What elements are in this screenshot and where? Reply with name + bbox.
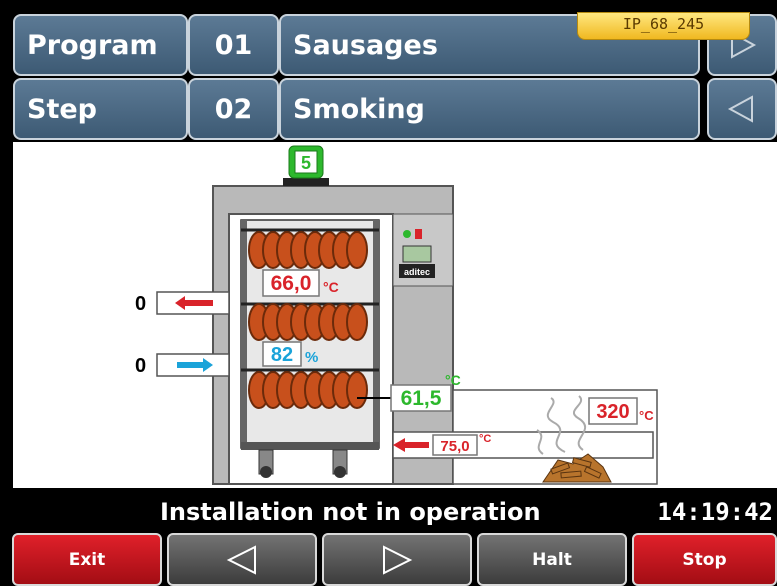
chamber-temp-value: 66,0 — [271, 272, 312, 295]
stop-label: Stop — [682, 549, 727, 570]
core-temp-unit: °C — [445, 372, 461, 388]
smoke-temp-unit: °C — [639, 408, 654, 423]
humidity-value: 82 — [271, 344, 293, 366]
step-label-box: Step — [13, 78, 188, 140]
smoke-temp-value: 320 — [596, 401, 629, 423]
exit-button[interactable]: Exit — [12, 533, 162, 586]
panel-display — [402, 245, 432, 263]
program-name: Sausages — [293, 29, 438, 61]
smoke-inlet-temp-unit: °C — [479, 433, 491, 445]
panel-led-red — [415, 229, 422, 239]
halt-label: Halt — [532, 549, 572, 570]
smokehouse-svg: aditec 5 66,0 °C 82 % 0 0 61,5 °C 320 °C… — [135, 145, 658, 485]
panel-led-green — [403, 230, 411, 238]
ip-badge: IP_68_245 — [577, 12, 750, 40]
controller-brand: aditec — [404, 267, 430, 277]
clock: 14:19:42 — [657, 498, 773, 526]
program-label-box: Program — [13, 14, 188, 76]
step-name-box[interactable]: Smoking — [279, 78, 700, 140]
triangle-left-icon — [727, 95, 753, 123]
program-number: 01 — [214, 29, 253, 61]
exit-label: Exit — [68, 549, 106, 570]
status-message: Installation not in operation — [160, 498, 541, 526]
smokehouse-diagram: aditec 5 66,0 °C 82 % 0 0 61,5 °C 320 °C… — [13, 142, 777, 488]
step-number: 02 — [214, 93, 253, 125]
sausage-row-top — [248, 231, 368, 269]
stop-button[interactable]: Stop — [632, 533, 777, 586]
exhaust-value: 0 — [135, 293, 146, 315]
sausage-row-middle — [248, 303, 368, 341]
step-label: Step — [27, 93, 97, 125]
halt-button[interactable]: Halt — [477, 533, 627, 586]
top-generator-base — [283, 178, 329, 186]
chamber-temp-unit: °C — [323, 279, 339, 295]
step-prev-button[interactable] — [707, 78, 777, 140]
step-name: Smoking — [293, 93, 425, 125]
next-button[interactable] — [322, 533, 472, 586]
triangle-left-icon — [226, 544, 256, 575]
program-number-box: 01 — [188, 14, 279, 76]
humidity-unit: % — [305, 349, 318, 366]
smoke-inlet-temp-value: 75,0 — [440, 438, 469, 455]
prev-button[interactable] — [167, 533, 317, 586]
status-bar: Installation not in operation 14:19:42 — [0, 496, 777, 529]
generator-number: 5 — [301, 153, 311, 173]
sausage-row-bottom — [248, 371, 368, 409]
program-label: Program — [27, 29, 158, 61]
fresh-air-value: 0 — [135, 355, 146, 377]
step-number-box: 02 — [188, 78, 279, 140]
core-temp-value: 61,5 — [401, 387, 442, 410]
triangle-right-icon — [383, 544, 413, 575]
